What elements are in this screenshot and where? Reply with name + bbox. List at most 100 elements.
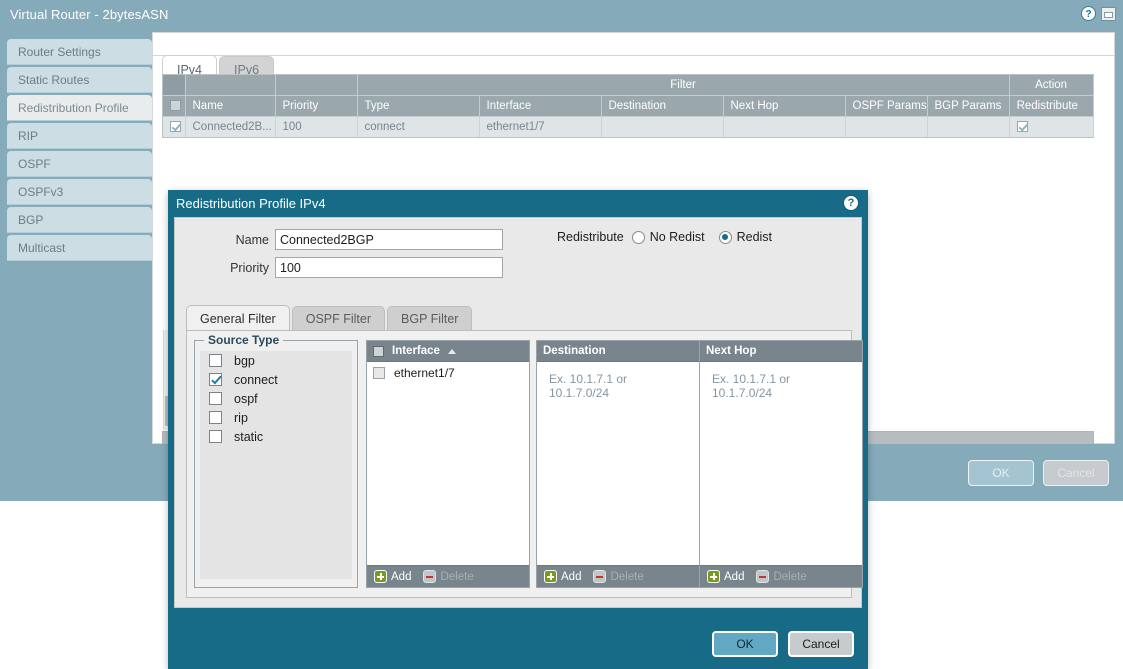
next-hop-delete-label: Delete [773,571,806,583]
source-type-option-bgp[interactable]: bgp [200,351,352,370]
redistribute-radio-group: Redistribute No Redist Redist [557,230,772,244]
tab-ospf-filter[interactable]: OSPF Filter [292,306,385,331]
source-type-legend: Source Type [204,333,283,347]
sidebar-item-ospf[interactable]: OSPF [7,151,152,177]
screen-root: Virtual Router - 2bytesASN ? Router Sett… [0,0,1123,669]
destination-grid: Destination Ex. 10.1.7.1 or 10.1.7.0/24 … [536,340,700,588]
sidebar-item-bgp[interactable]: BGP [7,207,152,233]
next-hop-delete-button[interactable]: Delete [756,570,806,583]
column-next-hop[interactable]: Next Hop [723,96,845,117]
next-hop-grid-header: Next Hop [700,341,862,362]
interface-add-button[interactable]: Add [374,570,411,583]
sidebar-item-rip[interactable]: RIP [7,123,152,149]
maximize-window-icon[interactable] [1101,7,1116,21]
help-circle-icon[interactable]: ? [1081,6,1096,21]
window-ok-button[interactable]: OK [968,460,1034,486]
group-header-action: Action [1009,75,1093,96]
window-footer-buttons: OK Cancel [968,460,1109,486]
checkbox-ospf-icon[interactable] [209,392,222,405]
interface-grid: Interface ethernet1/7 Add [366,340,530,588]
source-type-option-connect[interactable]: connect [200,370,352,389]
tab-bgp-filter[interactable]: BGP Filter [387,306,472,331]
column-ospf-params[interactable]: OSPF Params [845,96,927,117]
help-circle-icon[interactable]: ? [843,195,859,211]
row-select-checkbox[interactable] [170,121,181,132]
sidebar-item-router-settings[interactable]: Router Settings [7,39,152,65]
priority-label: Priority [189,261,269,275]
source-type-label-connect: connect [234,373,278,387]
source-type-option-ospf[interactable]: ospf [200,389,352,408]
group-header-empty-priority [275,75,357,96]
column-type[interactable]: Type [357,96,479,117]
source-type-label-ospf: ospf [234,392,258,406]
sidebar-item-ospfv3[interactable]: OSPFv3 [7,179,152,205]
column-name[interactable]: Name [185,96,275,117]
redistribution-profile-dialog: Redistribution Profile IPv4 ? Name Prior… [168,190,868,669]
dialog-titlebar: Redistribution Profile IPv4 ? [168,190,868,217]
sidebar-item-redistribution-profile[interactable]: Redistribution Profile [7,95,152,121]
redistribute-checkbox[interactable] [1017,121,1028,132]
name-input[interactable] [275,229,503,250]
source-type-label-rip: rip [234,411,248,425]
interface-delete-button[interactable]: Delete [423,570,473,583]
select-all-checkbox[interactable] [170,100,181,111]
destination-delete-button[interactable]: Delete [593,570,643,583]
column-select-all[interactable] [163,96,185,117]
sort-ascending-icon[interactable] [448,349,456,354]
interface-add-label: Add [391,571,411,583]
checkbox-static-icon[interactable] [209,430,222,443]
interface-grid-header-label[interactable]: Interface [392,345,440,357]
destination-grid-toolbar: Add Delete [537,565,699,587]
column-interface[interactable]: Interface [479,96,601,117]
delete-icon [423,570,436,583]
tab-general-filter[interactable]: General Filter [186,305,290,331]
interface-select-all-checkbox[interactable] [373,346,384,357]
list-item[interactable]: ethernet1/7 [367,362,529,384]
general-filter-panel: Source Type bgp connect ospf [186,330,852,598]
next-hop-grid-toolbar: Add Delete [700,565,862,587]
dialog-cancel-button[interactable]: Cancel [788,631,854,657]
name-field-row: Name [189,229,503,250]
destination-delete-label: Delete [610,571,643,583]
column-redistribute[interactable]: Redistribute [1009,96,1093,117]
priority-input[interactable] [275,257,503,278]
sidebar-item-multicast[interactable]: Multicast [7,235,152,261]
radio-redist-icon[interactable] [719,231,732,244]
table-row[interactable]: Connected2B... 100 connect ethernet1/7 [163,117,1093,138]
destination-grid-body: Ex. 10.1.7.1 or 10.1.7.0/24 [537,362,699,565]
column-priority[interactable]: Priority [275,96,357,117]
sidebar-item-static-routes[interactable]: Static Routes [7,67,152,93]
cell-redistribute[interactable] [1009,117,1093,138]
tabstrip-divider [153,55,1114,56]
radio-option-no-redist[interactable]: No Redist [632,230,705,244]
table: Filter Action Name Priority Type Interfa… [163,75,1094,137]
delete-icon [756,570,769,583]
cell-interface: ethernet1/7 [479,117,601,138]
row-select-cell[interactable] [163,117,185,138]
checkbox-rip-icon[interactable] [209,411,222,424]
next-hop-add-button[interactable]: Add [707,570,744,583]
column-destination[interactable]: Destination [601,96,723,117]
destination-grid-header-label[interactable]: Destination [543,345,606,357]
window-cancel-button[interactable]: Cancel [1043,460,1109,486]
checkbox-connect-icon[interactable] [209,373,222,386]
source-type-option-rip[interactable]: rip [200,408,352,427]
source-type-option-static[interactable]: static [200,427,352,446]
delete-icon [593,570,606,583]
destination-add-button[interactable]: Add [544,570,581,583]
destination-grid-header: Destination [537,341,699,362]
column-bgp-params[interactable]: BGP Params [927,96,1009,117]
priority-field-row: Priority [189,257,503,278]
interface-row-checkbox[interactable] [373,367,385,379]
interface-grid-body: ethernet1/7 [367,362,529,565]
redistribute-label: Redistribute [557,230,624,244]
dialog-ok-button[interactable]: OK [712,631,778,657]
radio-option-redist[interactable]: Redist [719,230,772,244]
dialog-title: Redistribution Profile IPv4 [176,196,326,211]
next-hop-grid-header-label[interactable]: Next Hop [706,345,756,357]
checkbox-bgp-icon[interactable] [209,354,222,367]
radio-no-redist-icon[interactable] [632,231,645,244]
page-title: Virtual Router - 2bytesASN [10,7,168,22]
name-label: Name [189,233,269,247]
titlebar-icon-group: ? [1081,6,1116,21]
